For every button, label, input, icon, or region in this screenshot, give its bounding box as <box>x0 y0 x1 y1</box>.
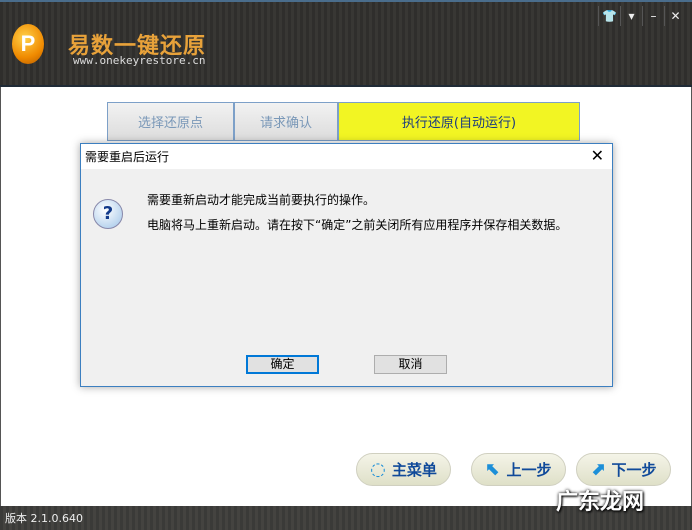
main-menu-button[interactable]: ◌ 主菜单 <box>356 453 451 486</box>
dialog-title: 需要重启后运行 <box>85 150 170 164</box>
dialog-close-icon[interactable]: ✕ <box>591 146 604 165</box>
arrow-forward-icon: ⬈ <box>590 459 606 480</box>
step-indicator: 选择还原点 请求确认 执行还原(自动运行) <box>107 102 580 141</box>
skin-icon[interactable]: 👕 <box>598 6 620 26</box>
minimize-icon[interactable]: – <box>642 6 664 26</box>
step-select-restore-point: 选择还原点 <box>107 102 234 141</box>
ok-button[interactable]: 确定 <box>246 355 319 374</box>
version-label: 版本 2.1.0.640 <box>5 512 83 525</box>
close-icon[interactable]: ✕ <box>664 6 686 26</box>
restart-dialog: 需要重启后运行 ✕ ? 需要重新启动才能完成当前要执行的操作。 电脑将马上重新启… <box>80 143 613 387</box>
arrow-back-icon: ⬉ <box>485 459 501 480</box>
cancel-button[interactable]: 取消 <box>374 355 447 374</box>
next-label: 下一步 <box>611 461 657 479</box>
watermark: 广东龙网 <box>556 490 645 515</box>
next-button[interactable]: ⬈ 下一步 <box>576 453 671 486</box>
dialog-message-2: 电脑将马上重新启动。请在按下“确定”之前关闭所有应用程序并保存相关数据。 <box>147 218 568 232</box>
prev-button[interactable]: ⬉ 上一步 <box>471 453 566 486</box>
question-icon: ? <box>93 199 123 229</box>
refresh-icon: ◌ <box>370 459 386 480</box>
dialog-message-1: 需要重新启动才能完成当前要执行的操作。 <box>147 193 376 207</box>
main-menu-label: 主菜单 <box>391 461 437 479</box>
step-execute: 执行还原(自动运行) <box>338 102 580 141</box>
menu-icon[interactable]: ▾ <box>620 6 642 26</box>
app-logo: P <box>12 24 44 64</box>
app-header: P 易数一键还原 www.onekeyrestore.cn 👕 ▾ – ✕ <box>0 0 692 87</box>
step-confirm: 请求确认 <box>234 102 338 141</box>
app-url: www.onekeyrestore.cn <box>73 54 206 67</box>
prev-label: 上一步 <box>506 461 552 479</box>
